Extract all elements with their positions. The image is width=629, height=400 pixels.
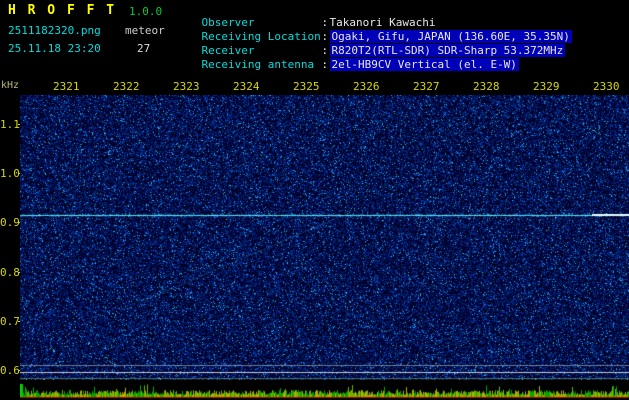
freq-label: 1.1 <box>0 118 20 131</box>
freq-label: 0.7 <box>0 315 20 328</box>
time-label: 2321 <box>53 80 80 93</box>
freq-label: 0.6 <box>0 364 20 377</box>
signal-meter-canvas <box>20 382 629 399</box>
time-label: 2330 <box>593 80 620 93</box>
time-label: 2322 <box>113 80 140 93</box>
app-title: H R O F F T <box>8 3 117 18</box>
app-version: 1.0.0 <box>129 5 163 18</box>
freq-label: 1.0 <box>0 167 20 180</box>
observation-datetime: 25.11.18 23:20 <box>8 42 101 55</box>
freq-label: 0.9 <box>0 216 20 229</box>
echo-count: 27 <box>137 42 151 55</box>
y-axis-unit: kHz <box>1 80 20 91</box>
freq-label: 0.8 <box>0 266 20 279</box>
time-label: 2325 <box>293 80 320 93</box>
time-label: 2328 <box>473 80 500 93</box>
time-label: 2324 <box>233 80 260 93</box>
observation-mode: meteor <box>125 24 165 37</box>
spectrogram-canvas <box>20 95 629 380</box>
time-label: 2329 <box>533 80 560 93</box>
time-label: 2326 <box>353 80 380 93</box>
info-value: 2el-HB9CV Vertical (el. E-W) <box>329 58 519 71</box>
info-row-antenna: Receiving antenna:2el-HB9CV Vertical (el… <box>175 45 519 84</box>
hrofft-window: H R O F F T 1.0.0 2511182320.png meteor … <box>0 0 629 400</box>
time-label: 2323 <box>173 80 200 93</box>
info-colon: : <box>321 58 329 71</box>
time-label: 2327 <box>413 80 440 93</box>
info-label: Receiving antenna <box>201 58 315 71</box>
output-filename: 2511182320.png <box>8 24 101 37</box>
